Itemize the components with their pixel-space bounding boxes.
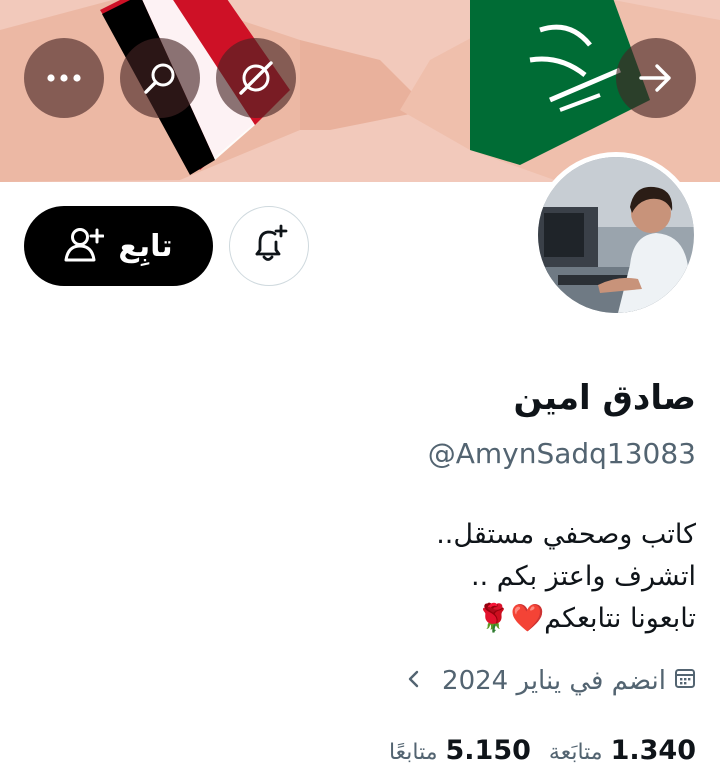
grok-icon (237, 59, 275, 97)
add-user-icon (64, 226, 105, 266)
more-dots-icon (46, 73, 82, 83)
notifications-button[interactable] (229, 206, 309, 286)
more-button[interactable] (24, 38, 104, 118)
chevron-left-icon (406, 666, 420, 696)
calendar-icon (674, 666, 696, 696)
following-label: متابَعة (548, 740, 603, 765)
following-stat[interactable]: 1.340 متابَعة (549, 735, 696, 766)
avatar-image (538, 157, 694, 313)
bio-line: تابعونا نتابعكم❤️🌹 (476, 603, 696, 634)
followers-label: متابعًا (388, 740, 438, 765)
grok-button[interactable] (216, 38, 296, 118)
follow-button[interactable]: تابِع (24, 206, 213, 286)
back-button[interactable] (616, 38, 696, 118)
joined-text: انضم في يناير 2024 (442, 666, 666, 696)
bell-plus-icon (249, 224, 289, 268)
arrow-right-icon (639, 63, 673, 93)
follow-button-label: تابِع (118, 228, 173, 264)
followers-count: 5.150 (445, 735, 531, 766)
profile-stats: 1.340 متابَعة 5.150 متابعًا (389, 735, 696, 766)
user-handle: @AmynSadq13083 (427, 437, 696, 470)
bio: كاتب وصحفي مستقل.. اتشرف واعتز بكم .. تا… (96, 514, 696, 640)
bio-line: كاتب وصحفي مستقل.. (436, 519, 696, 550)
search-icon (142, 60, 178, 96)
following-count: 1.340 (610, 735, 696, 766)
display-name: صادق امين (513, 378, 696, 418)
joined-date[interactable]: انضم في يناير 2024 (406, 666, 696, 696)
bio-line: اتشرف واعتز بكم .. (471, 561, 696, 592)
search-button[interactable] (120, 38, 200, 118)
avatar[interactable] (533, 152, 699, 318)
followers-stat[interactable]: 5.150 متابعًا (389, 735, 531, 766)
